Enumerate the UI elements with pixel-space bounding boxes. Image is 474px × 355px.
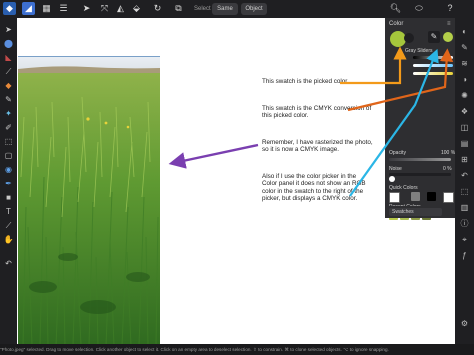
arrow-picked-color <box>340 46 407 85</box>
status-bar: "Photo.jpeg" selected. Drag to move sele… <box>0 344 474 355</box>
arrow-color-picker <box>349 48 439 197</box>
annotation-arrows <box>168 46 454 197</box>
arrow-photo <box>168 143 259 169</box>
